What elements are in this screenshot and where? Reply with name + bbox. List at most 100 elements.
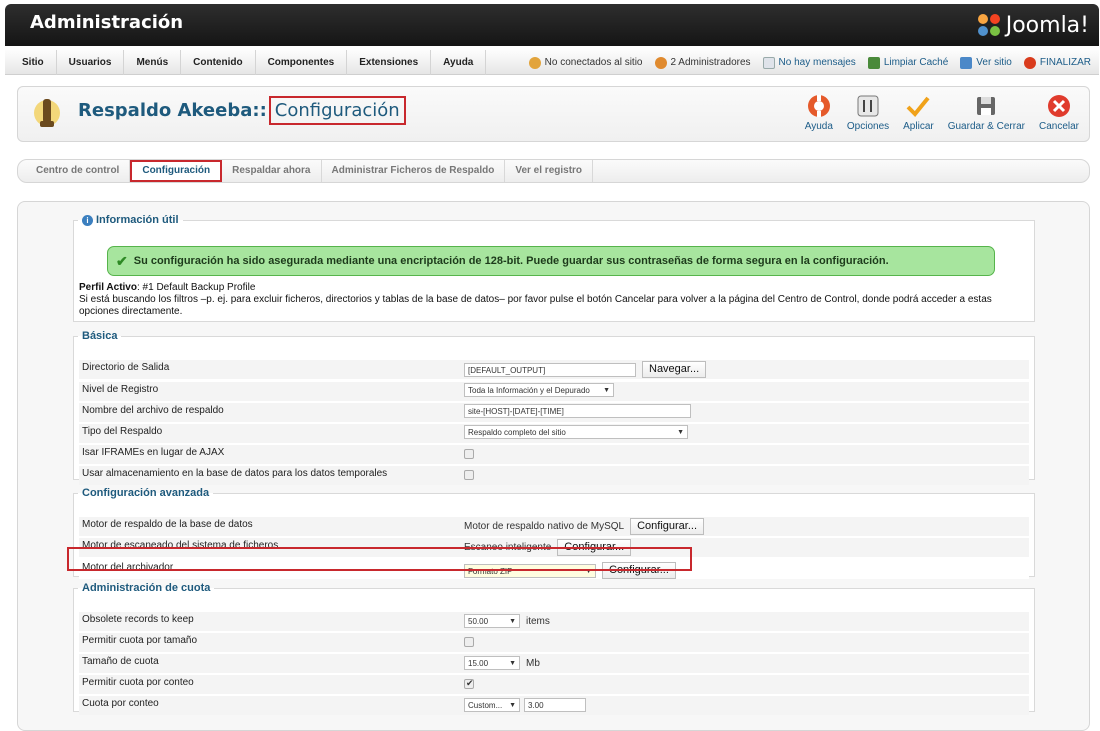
backup-type-label: Tipo del Respaldo — [82, 426, 163, 437]
menu-item-ayuda[interactable]: Ayuda — [431, 50, 487, 75]
save-icon — [977, 97, 996, 115]
info-legend: i Información útil — [78, 214, 183, 226]
status-not-connected: No conectados al sitio — [528, 56, 643, 69]
iframes-label: Isar IFRAMEs en lugar de AJAX — [82, 447, 225, 458]
row-backup-type: Tipo del Respaldo Respaldo completo del … — [79, 424, 1029, 443]
row-archive-name: Nombre del archivo de respaldo site-[HOS… — [79, 403, 1029, 422]
active-profile: Perfil Activo: #1 Default Backup Profile — [79, 282, 256, 293]
checkmark-icon: ✔ — [116, 252, 128, 269]
close-icon — [1047, 95, 1070, 117]
row-db-storage: Usar almacenamiento en la base de datos … — [79, 466, 1029, 485]
options-icon — [857, 95, 879, 117]
page-title-highlight: Configuración — [268, 96, 406, 125]
db-engine-configure-button[interactable]: Configurar... — [630, 518, 705, 535]
db-storage-label: Usar almacenamiento en la base de datos … — [82, 468, 388, 479]
cancel-button[interactable]: Cancelar — [1039, 93, 1079, 132]
joomla-logo: Joomla! — [976, 10, 1089, 40]
count-quota-enable-label: Permitir cuota por conteo — [82, 677, 194, 688]
browse-button[interactable]: Navegar... — [642, 361, 707, 378]
joomla-logo-icon — [977, 14, 1000, 36]
count-quota-input[interactable]: 3.00 — [524, 698, 586, 712]
output-dir-input[interactable]: [DEFAULT_OUTPUT] — [464, 362, 636, 377]
check-icon — [907, 96, 930, 117]
menu-item-usuarios[interactable]: Usuarios — [57, 50, 125, 75]
basic-legend: Básica — [82, 330, 118, 342]
apply-button[interactable]: Aplicar — [903, 93, 934, 132]
row-size-quota: Tamaño de cuota 15.00 Mb — [79, 654, 1029, 673]
tab-backup-now[interactable]: Respaldar ahora — [222, 160, 322, 182]
output-dir-label: Directorio de Salida — [82, 362, 170, 373]
menu-bar: Sitio Usuarios Menús Contenido Component… — [5, 50, 1099, 75]
menu-item-menus[interactable]: Menús — [124, 50, 182, 75]
logout-icon — [1023, 56, 1036, 69]
db-engine-value: Motor de respaldo nativo de MySQL — [464, 521, 625, 532]
lifebuoy-icon — [807, 95, 830, 117]
size-quota-checkbox[interactable] — [464, 637, 474, 647]
db-engine-label: Motor de respaldo de la base de datos — [82, 519, 253, 530]
obsolete-unit: items — [526, 615, 550, 627]
status-admins: 2 Administradores — [654, 56, 751, 69]
view-site-link[interactable]: Ver sitio — [960, 56, 1012, 69]
success-message: ✔ Su configuración ha sido asegurada med… — [107, 246, 995, 276]
row-log-level: Nivel de Registro Toda la Información y … — [79, 382, 1029, 401]
joomla-logo-text: Joomla! — [1005, 12, 1089, 38]
clear-cache-link[interactable]: Limpiar Caché — [867, 56, 948, 69]
tab-manage-backups[interactable]: Administrar Ficheros de Respaldo — [322, 160, 506, 182]
count-quota-label: Cuota por conteo — [82, 698, 159, 709]
admin-title: Administración — [30, 12, 184, 33]
row-output-dir: Directorio de Salida [DEFAULT_OUTPUT] Na… — [79, 360, 1029, 379]
advanced-legend: Configuración avanzada — [82, 487, 210, 499]
messages-link[interactable]: No hay mensajes — [762, 56, 856, 69]
help-button[interactable]: Ayuda — [805, 93, 833, 132]
basic-fieldset: Básica Directorio de Salida [DEFAULT_OUT… — [73, 330, 1035, 485]
archive-name-label: Nombre del archivo de respaldo — [82, 405, 224, 416]
row-count-quota-enable: Permitir cuota por conteo — [79, 675, 1029, 694]
filters-hint: Si está buscando los filtros –p. ej. par… — [79, 294, 992, 317]
page-title: Respaldo Akeeba:: Configuración — [78, 96, 406, 125]
row-count-quota: Cuota por conteo Custom... 3.00 — [79, 696, 1029, 715]
toolbar-buttons: Ayuda Opciones Aplicar Guardar & Cerrar — [805, 93, 1079, 132]
iframes-checkbox[interactable] — [464, 449, 474, 459]
info-fieldset: i Información útil ✔ Su configuración ha … — [73, 214, 1035, 322]
quota-fieldset: Administración de cuota Obsolete records… — [73, 582, 1035, 715]
db-storage-checkbox[interactable] — [464, 470, 474, 480]
tab-configuration[interactable]: Configuración — [130, 160, 223, 182]
tab-view-log[interactable]: Ver el registro — [505, 160, 594, 182]
obsolete-label: Obsolete records to keep — [82, 614, 194, 625]
menu-item-extensiones[interactable]: Extensiones — [347, 50, 432, 75]
count-quota-select[interactable]: Custom... — [464, 698, 520, 712]
backup-type-select[interactable]: Respaldo completo del sitio — [464, 425, 688, 439]
archive-name-input[interactable]: site-[HOST]-[DATE]-[TIME] — [464, 404, 691, 418]
monitor-icon — [960, 56, 973, 69]
main-menu: Sitio Usuarios Menús Contenido Component… — [10, 50, 487, 75]
size-quota-unit: Mb — [526, 657, 540, 669]
quota-legend: Administración de cuota — [82, 582, 211, 594]
menu-item-sitio[interactable]: Sitio — [10, 50, 57, 75]
size-quota-label: Tamaño de cuota — [82, 656, 159, 667]
submenu-tabs: Centro de control Configuración Respalda… — [17, 159, 1090, 183]
main-panel: i Información útil ✔ Su configuración ha … — [17, 201, 1090, 731]
akeeba-component-icon — [34, 99, 60, 127]
logout-link[interactable]: FINALIZAR — [1023, 56, 1091, 69]
save-close-button[interactable]: Guardar & Cerrar — [948, 93, 1025, 132]
user-icon — [654, 56, 667, 69]
users-icon — [528, 56, 541, 69]
size-quota-select[interactable]: 15.00 — [464, 656, 520, 670]
info-text: Perfil Activo: #1 Default Backup Profile… — [79, 282, 1034, 318]
log-level-label: Nivel de Registro — [82, 384, 159, 395]
options-button[interactable]: Opciones — [847, 93, 889, 132]
row-iframes: Isar IFRAMEs en lugar de AJAX — [79, 445, 1029, 464]
obsolete-select[interactable]: 50.00 — [464, 614, 520, 628]
size-quota-enable-label: Permitir cuota por tamaño — [82, 635, 198, 646]
count-quota-checkbox[interactable] — [464, 678, 474, 689]
row-db-engine: Motor de respaldo de la base de datos Mo… — [79, 517, 1029, 536]
broom-icon — [867, 56, 880, 69]
row-size-quota-enable: Permitir cuota por tamaño — [79, 633, 1029, 652]
menu-item-contenido[interactable]: Contenido — [181, 50, 256, 75]
mail-icon — [762, 56, 775, 69]
archiver-highlight — [67, 547, 692, 571]
log-level-select[interactable]: Toda la Información y el Depurado — [464, 383, 614, 397]
menu-item-componentes[interactable]: Componentes — [256, 50, 348, 75]
tab-control-center[interactable]: Centro de control — [26, 160, 131, 182]
info-icon: i — [82, 215, 93, 226]
